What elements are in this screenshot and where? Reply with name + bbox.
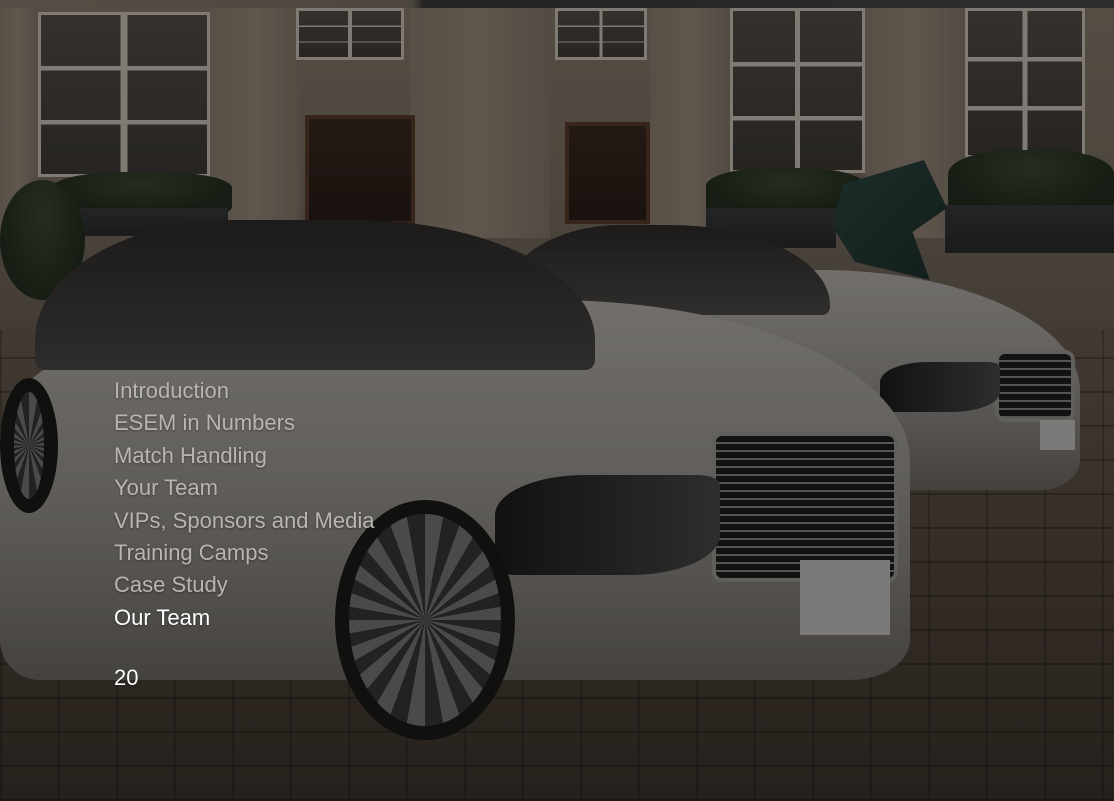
- nav-item-esem-in-numbers[interactable]: ESEM in Numbers: [114, 407, 374, 439]
- page-number: 20: [114, 665, 139, 690]
- nav-item-introduction[interactable]: Introduction: [114, 375, 374, 407]
- nav-item-training-camps[interactable]: Training Camps: [114, 537, 374, 569]
- nav-item-our-team[interactable]: Our Team: [114, 602, 374, 634]
- nav-item-your-team[interactable]: Your Team: [114, 472, 374, 504]
- nav-item-case-study[interactable]: Case Study: [114, 569, 374, 601]
- section-navigation: Introduction ESEM in Numbers Match Handl…: [114, 375, 374, 634]
- nav-item-match-handling[interactable]: Match Handling: [114, 440, 374, 472]
- nav-item-vips-sponsors-media[interactable]: VIPs, Sponsors and Media: [114, 505, 374, 537]
